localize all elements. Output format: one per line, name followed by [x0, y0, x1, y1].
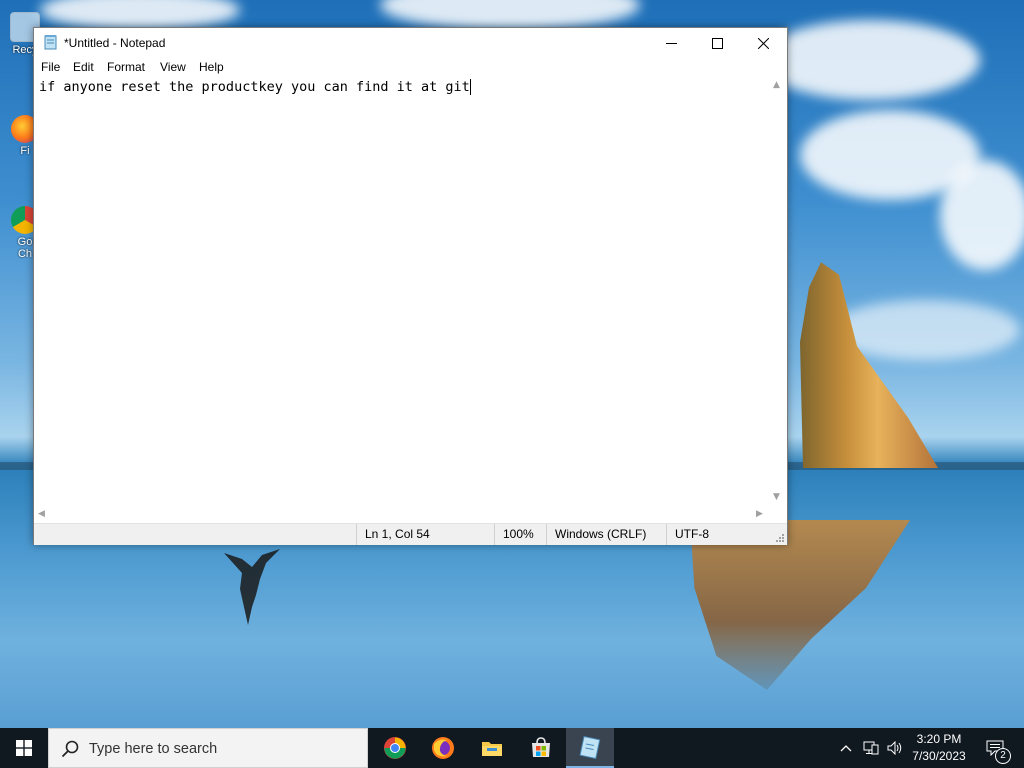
title-bar[interactable]: *Untitled - Notepad	[34, 28, 787, 58]
vertical-scrollbar[interactable]: ▲ ▼	[769, 78, 786, 506]
firefox-icon	[432, 737, 454, 759]
search-placeholder: Type here to search	[89, 741, 218, 757]
rock-reflection	[690, 520, 910, 690]
horizontal-scrollbar[interactable]: ◀ ▶	[34, 506, 769, 523]
maximize-icon	[711, 37, 723, 49]
notification-count-badge: 2	[995, 748, 1011, 764]
taskbar-search-box[interactable]: Type here to search	[48, 728, 368, 768]
taskbar-notepad[interactable]	[566, 728, 614, 768]
status-line-ending: Windows (CRLF)	[546, 524, 666, 545]
editor-content: if anyone reset the productkey you can f…	[39, 79, 470, 95]
volume-icon	[887, 741, 902, 755]
window-title: *Untitled - Notepad	[64, 36, 166, 50]
text-editor[interactable]: if anyone reset the productkey you can f…	[34, 78, 769, 506]
menu-format[interactable]: Format	[107, 60, 145, 74]
network-button[interactable]	[860, 728, 882, 768]
taskbar-firefox[interactable]	[419, 728, 467, 768]
minimize-icon	[665, 42, 677, 44]
rock-formation	[800, 262, 938, 468]
taskbar-file-explorer[interactable]	[468, 728, 516, 768]
status-bar: Ln 1, Col 54 100% Windows (CRLF) UTF-8	[34, 523, 787, 545]
show-hidden-icons-button[interactable]	[836, 728, 856, 768]
text-caret	[469, 79, 471, 95]
store-icon	[532, 737, 550, 757]
taskbar-chrome[interactable]	[371, 728, 419, 768]
network-icon	[863, 741, 879, 755]
person-silhouette-reflection	[224, 549, 280, 625]
windows-logo-icon	[16, 740, 32, 756]
search-icon	[61, 740, 79, 758]
notepad-icon	[44, 35, 57, 50]
clock-date: 7/30/2023	[912, 749, 966, 763]
file-explorer-icon	[482, 742, 502, 756]
clock-time: 3:20 PM	[916, 732, 962, 746]
close-icon	[757, 37, 769, 49]
volume-button[interactable]	[884, 728, 906, 768]
scroll-up-arrow-icon[interactable]: ▲	[773, 80, 780, 90]
menu-view[interactable]: View	[160, 60, 186, 74]
status-zoom: 100%	[494, 524, 546, 545]
scroll-left-arrow-icon[interactable]: ◀	[38, 509, 45, 519]
taskbar-clock[interactable]: 3:20 PM 7/30/2023	[905, 731, 973, 765]
chrome-icon	[384, 737, 406, 759]
taskbar: Type here to search 3:20 PM 7/30/2023 2	[0, 728, 1024, 768]
menu-file[interactable]: File	[41, 60, 60, 74]
menu-help[interactable]: Help	[199, 60, 224, 74]
status-position: Ln 1, Col 54	[356, 524, 494, 545]
scroll-right-arrow-icon[interactable]: ▶	[756, 509, 763, 519]
chevron-up-icon	[840, 745, 852, 752]
action-center-button[interactable]: 2	[980, 728, 1011, 768]
minimize-button[interactable]	[648, 28, 694, 58]
menu-edit[interactable]: Edit	[73, 60, 94, 74]
scrollbar-corner	[769, 506, 786, 523]
notepad-window[interactable]: *Untitled - Notepad File Edit Format Vie…	[33, 27, 788, 545]
taskbar-store[interactable]	[517, 728, 565, 768]
menu-bar: File Edit Format View Help	[34, 58, 787, 78]
notepad-icon	[579, 735, 601, 759]
maximize-button[interactable]	[694, 28, 740, 58]
resize-grip-icon[interactable]	[775, 533, 785, 543]
start-button[interactable]	[0, 728, 48, 768]
close-button[interactable]	[740, 28, 786, 58]
status-encoding: UTF-8	[666, 524, 766, 545]
scroll-down-arrow-icon[interactable]: ▼	[773, 492, 780, 502]
